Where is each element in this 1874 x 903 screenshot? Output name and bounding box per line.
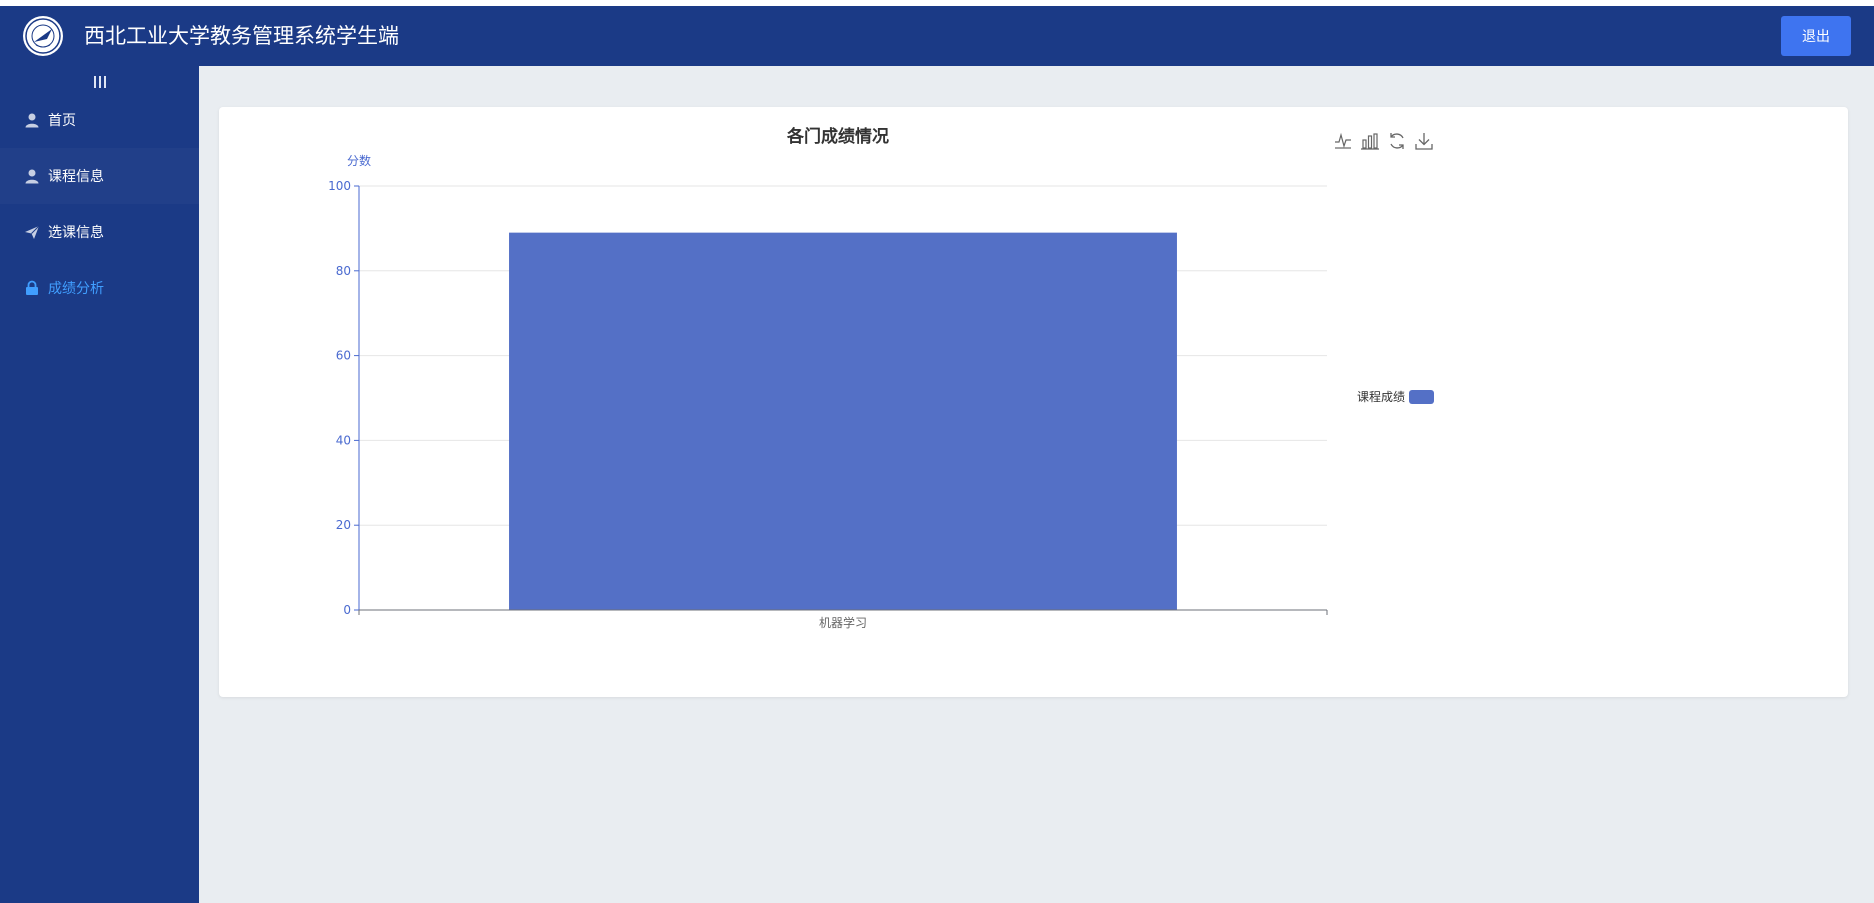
y-tick-label: 80 (336, 264, 351, 278)
top-header: 西北工业大学教务管理系统学生端 退出 (0, 6, 1874, 66)
sidebar-item-label: 选课信息 (48, 225, 104, 241)
y-tick-label: 0 (343, 603, 351, 617)
legend-swatch (1409, 390, 1434, 404)
sidebar-item-grade-analysis[interactable]: 成绩分析 (0, 260, 199, 316)
user-icon (25, 113, 39, 128)
bar-chart-icon[interactable] (1361, 132, 1379, 150)
chart-card: 各门成绩情况 分数 0 20 40 60 80 100 机器学习 课程成绩 (219, 107, 1848, 697)
main-content: 各门成绩情况 分数 0 20 40 60 80 100 机器学习 课程成绩 (199, 66, 1874, 903)
sidebar-item-label: 首页 (48, 113, 76, 129)
sidebar-item-course-info[interactable]: 课程信息 (0, 148, 199, 204)
chart-title: 各门成绩情况 (786, 126, 889, 147)
sidebar-item-home[interactable]: 首页 (0, 92, 199, 148)
sidebar-item-label: 成绩分析 (48, 281, 104, 297)
refresh-icon[interactable] (1388, 132, 1406, 150)
app-root: 西北工业大学教务管理系统学生端 退出 首页 课程信息 选课信息 成绩分析 各门成… (0, 0, 1874, 903)
y-tick-label: 40 (336, 433, 351, 447)
bar[interactable] (509, 232, 1177, 610)
lock-icon (26, 280, 38, 295)
line-chart-icon[interactable] (1334, 132, 1352, 150)
grade-chart: 各门成绩情况 分数 0 20 40 60 80 100 机器学习 课程成绩 (328, 126, 1434, 630)
download-icon[interactable] (1415, 132, 1433, 150)
logout-button[interactable]: 退出 (1781, 16, 1851, 56)
sidebar: 首页 课程信息 选课信息 成绩分析 (0, 66, 199, 903)
app-title: 西北工业大学教务管理系统学生端 (84, 24, 399, 48)
y-tick-label: 20 (336, 518, 351, 532)
x-tick-label: 机器学习 (819, 615, 867, 630)
chart-legend[interactable]: 课程成绩 (1357, 389, 1434, 404)
university-logo (23, 16, 63, 56)
y-axis-title: 分数 (347, 153, 371, 168)
menu-bars-icon[interactable] (0, 70, 199, 94)
y-tick-label: 60 (336, 349, 351, 363)
legend-label: 课程成绩 (1357, 389, 1405, 404)
user-icon (25, 169, 39, 184)
sidebar-item-label: 课程信息 (48, 169, 104, 185)
send-icon (25, 225, 40, 239)
y-tick-label: 100 (328, 179, 351, 193)
sidebar-item-course-selection[interactable]: 选课信息 (0, 204, 199, 260)
